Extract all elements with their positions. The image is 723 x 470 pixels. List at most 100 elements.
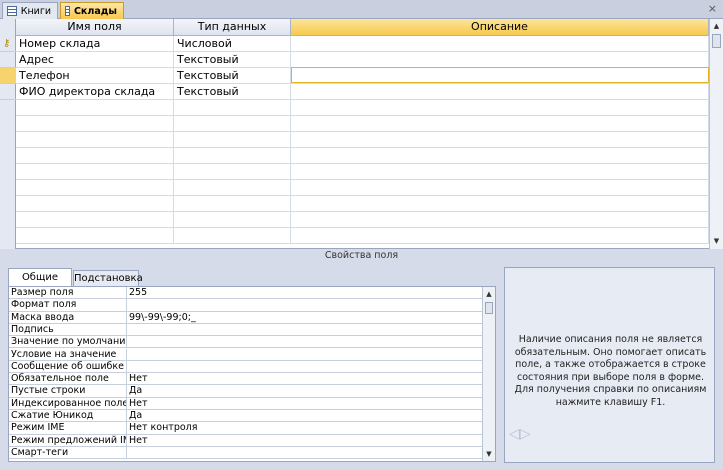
- property-row[interactable]: Условие на значение: [9, 348, 483, 361]
- column-header-field-name[interactable]: Имя поля: [16, 19, 174, 36]
- property-value[interactable]: Нет: [129, 398, 479, 409]
- data-type-cell[interactable]: Числовой: [174, 36, 291, 52]
- description-cell[interactable]: [291, 164, 709, 180]
- data-type-cell[interactable]: [174, 180, 291, 196]
- description-cell[interactable]: [291, 36, 709, 52]
- property-name: Режим предложений IME: [11, 434, 127, 446]
- property-value[interactable]: Да: [129, 385, 479, 396]
- property-name: Обязательное поле: [11, 373, 127, 385]
- property-row[interactable]: Пустые строки Да: [9, 385, 483, 398]
- data-type-cell[interactable]: [174, 100, 291, 116]
- document-tab-bar: Книги Склады ×: [0, 0, 723, 19]
- property-row[interactable]: Размер поля 255: [9, 287, 483, 300]
- property-value[interactable]: [129, 336, 479, 347]
- row-selector-column: ⚷: [0, 19, 16, 249]
- description-cell[interactable]: [291, 212, 709, 228]
- property-row[interactable]: Формат поля: [9, 299, 483, 312]
- property-row[interactable]: Сжатие Юникод Да: [9, 410, 483, 423]
- tab-warehouses[interactable]: Склады: [60, 2, 124, 19]
- field-name-cell[interactable]: [16, 148, 174, 164]
- description-cell[interactable]: [291, 132, 709, 148]
- property-name: Смарт-теги: [11, 446, 127, 459]
- property-value[interactable]: Нет: [129, 373, 479, 384]
- data-type-cell[interactable]: Текстовый: [174, 84, 291, 100]
- scroll-up-icon[interactable]: ▲: [484, 289, 494, 299]
- field-name-cell[interactable]: [16, 164, 174, 180]
- field-name-cell[interactable]: Телефон: [16, 68, 174, 84]
- row-selector-current[interactable]: [0, 68, 16, 84]
- property-row[interactable]: Подпись: [9, 323, 483, 337]
- scroll-thumb[interactable]: [712, 34, 721, 48]
- description-cell[interactable]: [291, 148, 709, 164]
- table-design-grid: ⚷ Имя поля Тип данных Описание Номер скл…: [0, 19, 723, 249]
- scroll-down-icon[interactable]: ▼: [484, 449, 494, 459]
- description-cell[interactable]: [291, 84, 709, 100]
- field-name-cell[interactable]: Адрес: [16, 52, 174, 68]
- data-type-cell[interactable]: [174, 164, 291, 180]
- property-value[interactable]: 255: [129, 287, 479, 298]
- description-cell[interactable]: [291, 52, 709, 68]
- data-type-cell[interactable]: Текстовый: [174, 68, 291, 84]
- field-name-cell[interactable]: Номер склада: [16, 36, 174, 52]
- description-cell[interactable]: [291, 180, 709, 196]
- property-value[interactable]: [129, 361, 479, 372]
- field-name-cell[interactable]: [16, 212, 174, 228]
- close-icon[interactable]: ×: [708, 2, 717, 15]
- field-name-cell[interactable]: [16, 116, 174, 132]
- property-row[interactable]: Значение по умолчанию: [9, 336, 483, 349]
- row-selector[interactable]: [0, 84, 16, 100]
- property-value[interactable]: [129, 349, 479, 360]
- property-name: Значение по умолчанию: [11, 336, 127, 348]
- data-type-cell[interactable]: [174, 196, 291, 212]
- data-type-cell[interactable]: [174, 132, 291, 148]
- property-name: Формат поля: [11, 299, 127, 311]
- property-row[interactable]: Индексированное поле Нет: [9, 397, 483, 410]
- properties-vertical-scrollbar[interactable]: ▲ ▼: [482, 287, 495, 461]
- property-name: Режим IME: [11, 422, 127, 434]
- description-cell[interactable]: [291, 196, 709, 212]
- tab-lookup[interactable]: Подстановка: [73, 270, 143, 286]
- scroll-down-icon[interactable]: ▼: [711, 236, 722, 247]
- tab-books[interactable]: Книги: [2, 2, 58, 19]
- property-row[interactable]: Режим предложений IME Нет: [9, 434, 483, 447]
- field-name-cell[interactable]: [16, 196, 174, 212]
- data-type-cell[interactable]: [174, 212, 291, 228]
- row-selector[interactable]: [0, 52, 16, 68]
- data-type-cell[interactable]: [174, 228, 291, 244]
- property-row[interactable]: Смарт-теги: [9, 446, 483, 460]
- data-type-cell[interactable]: Текстовый: [174, 52, 291, 68]
- row-selector[interactable]: ⚷: [0, 36, 16, 52]
- data-type-cell[interactable]: [174, 116, 291, 132]
- property-value[interactable]: Нет контроля: [129, 422, 479, 433]
- scroll-thumb[interactable]: [485, 302, 493, 314]
- field-name-cell[interactable]: [16, 132, 174, 148]
- column-header-data-type[interactable]: Тип данных: [174, 19, 291, 36]
- data-type-cell[interactable]: [174, 148, 291, 164]
- field-name-cell[interactable]: [16, 180, 174, 196]
- property-value[interactable]: [129, 324, 479, 335]
- property-row[interactable]: Сообщение об ошибке: [9, 360, 483, 374]
- property-row[interactable]: Маска ввода 99\-99\-99;0;_: [9, 311, 483, 324]
- tab-books-label: Книги: [20, 5, 51, 17]
- property-value[interactable]: Нет: [129, 435, 479, 446]
- table-icon: [7, 6, 17, 16]
- property-value[interactable]: 99\-99\-99;0;_: [129, 312, 479, 323]
- property-value[interactable]: Да: [129, 410, 479, 421]
- property-value[interactable]: [129, 447, 479, 458]
- description-cell[interactable]: [291, 100, 709, 116]
- scroll-up-icon[interactable]: ▲: [711, 21, 722, 32]
- property-name: Условие на значение: [11, 348, 127, 360]
- table-row: Адрес Текстовый: [16, 52, 709, 68]
- field-name-cell[interactable]: [16, 228, 174, 244]
- tab-general[interactable]: Общие: [8, 268, 72, 287]
- property-row[interactable]: Обязательное поле Нет: [9, 373, 483, 386]
- table-row: Номер склада Числовой: [16, 36, 709, 52]
- field-name-cell[interactable]: ФИО директора склада: [16, 84, 174, 100]
- property-row[interactable]: Режим IME Нет контроля: [9, 422, 483, 435]
- property-value[interactable]: [129, 299, 479, 310]
- field-name-cell[interactable]: [16, 100, 174, 116]
- column-header-description[interactable]: Описание: [291, 19, 709, 36]
- description-cell[interactable]: [291, 228, 709, 244]
- description-cell[interactable]: [291, 116, 709, 132]
- grid-vertical-scrollbar[interactable]: ▲ ▼: [709, 19, 723, 249]
